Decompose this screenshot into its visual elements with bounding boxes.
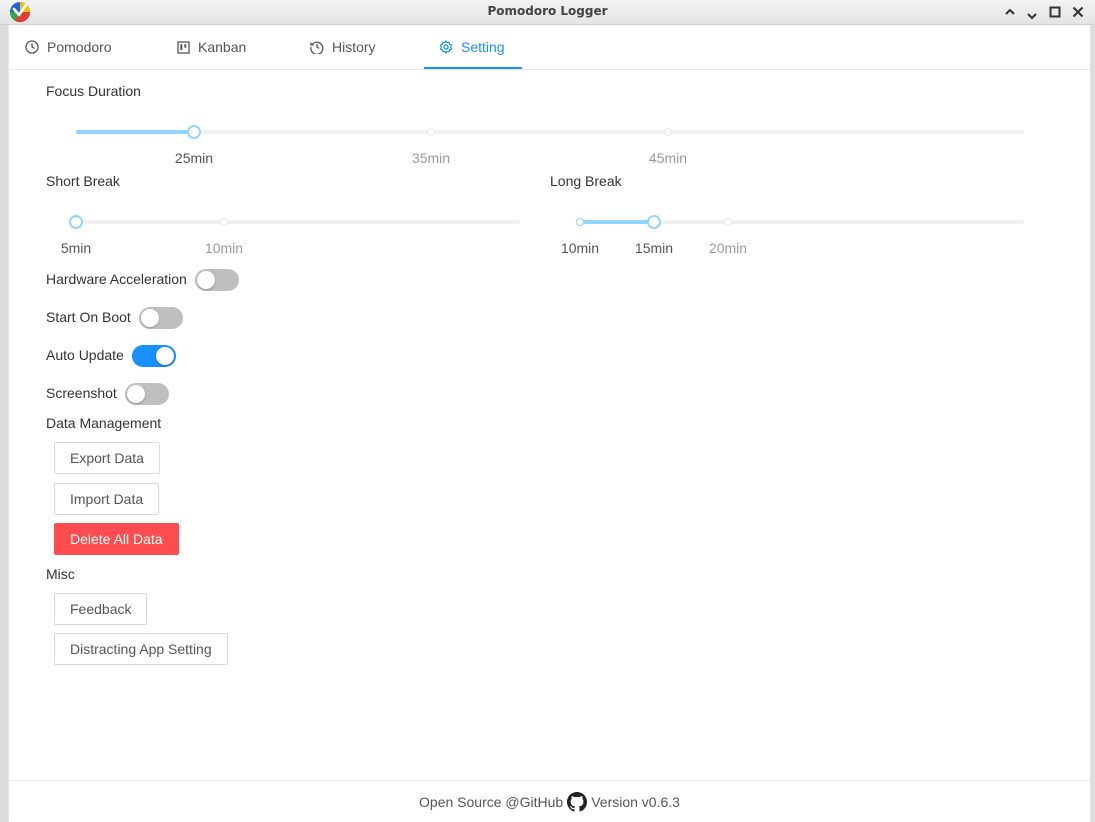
maximize-icon	[1049, 6, 1061, 18]
version-label: Version v0.6.3	[591, 793, 680, 810]
slider-rail	[76, 220, 520, 224]
focus-duration-label: Focus Duration	[46, 83, 141, 99]
kanban-icon	[177, 40, 190, 54]
auto-update-label: Auto Update	[46, 347, 124, 363]
tab-pomodoro-label: Pomodoro	[47, 39, 112, 55]
slider-handle[interactable]	[69, 215, 83, 229]
long-break-slider[interactable]: 10min 15min 20min	[561, 212, 1024, 256]
app-window: Pomodoro Kanban History Setting Focus Du…	[8, 25, 1091, 822]
import-data-button[interactable]: Import Data	[54, 483, 160, 515]
slider-handle[interactable]	[647, 215, 661, 229]
data-management-heading: Data Management	[46, 415, 162, 431]
history-icon	[310, 41, 324, 54]
slider-dot	[724, 218, 732, 226]
slider-rail	[76, 130, 1024, 134]
open-source-link[interactable]: Open Source @GitHub	[419, 794, 563, 810]
slider-mark: 10min	[204, 240, 244, 256]
clock-icon	[25, 40, 39, 54]
short-break-label: Short Break	[46, 173, 120, 189]
slider-track	[580, 220, 654, 224]
maximize-button[interactable]	[1045, 2, 1065, 22]
tab-history[interactable]: History	[310, 25, 376, 69]
title-bar: Pomodoro Logger	[0, 0, 1095, 25]
long-break-label: Long Break	[550, 173, 622, 189]
minimize-button[interactable]	[1022, 2, 1042, 22]
delete-all-data-button[interactable]: Delete All Data	[54, 523, 179, 555]
feedback-button[interactable]: Feedback	[54, 593, 148, 625]
footer: Open Source @GitHub Version v0.6.3	[9, 780, 1090, 822]
focus-duration-slider[interactable]: 25min 35min 45min	[76, 122, 1024, 166]
hardware-acceleration-label: Hardware Acceleration	[46, 271, 187, 287]
minimize-icon	[1027, 13, 1037, 20]
slider-mark: 20min	[708, 240, 748, 256]
slider-dot	[664, 128, 672, 136]
start-on-boot-label: Start On Boot	[46, 309, 131, 325]
slider-mark: 25min	[174, 150, 214, 166]
switch-knob	[197, 271, 215, 289]
tab-bar: Pomodoro Kanban History Setting	[9, 25, 1090, 70]
start-on-boot-switch[interactable]	[139, 307, 183, 329]
slider-mark: 10min	[560, 240, 600, 256]
collapse-button[interactable]	[1000, 2, 1020, 22]
switch-knob	[141, 309, 159, 327]
github-icon[interactable]	[567, 791, 588, 812]
tab-history-label: History	[332, 39, 376, 55]
close-icon	[1072, 6, 1084, 18]
slider-dot	[576, 218, 584, 226]
active-tab-indicator	[424, 67, 522, 69]
switch-knob	[156, 347, 174, 365]
slider-handle[interactable]	[187, 125, 201, 139]
gear-icon	[439, 40, 453, 54]
slider-dot	[220, 218, 228, 226]
slider-mark: 45min	[648, 150, 688, 166]
tab-pomodoro[interactable]: Pomodoro	[25, 25, 112, 69]
hardware-acceleration-switch[interactable]	[195, 269, 239, 291]
tab-setting-label: Setting	[461, 39, 505, 55]
misc-heading: Misc	[46, 566, 75, 582]
distracting-app-setting-button[interactable]: Distracting App Setting	[54, 633, 228, 665]
screenshot-switch[interactable]	[125, 383, 169, 405]
export-data-button[interactable]: Export Data	[54, 442, 160, 474]
screenshot-label: Screenshot	[46, 385, 117, 401]
short-break-slider[interactable]: 5min 10min	[61, 212, 520, 256]
tab-kanban-label: Kanban	[198, 39, 247, 55]
slider-mark: 15min	[634, 240, 674, 256]
window-title: Pomodoro Logger	[487, 4, 608, 18]
slider-mark: 5min	[60, 240, 92, 256]
slider-mark: 35min	[411, 150, 451, 166]
chevron-up-icon	[1005, 8, 1015, 15]
tab-setting[interactable]: Setting	[439, 25, 505, 69]
auto-update-switch[interactable]	[132, 345, 176, 367]
tab-kanban[interactable]: Kanban	[177, 25, 246, 69]
slider-dot	[427, 128, 435, 136]
slider-track	[76, 130, 194, 134]
close-button[interactable]	[1068, 2, 1088, 22]
switch-knob	[127, 385, 145, 403]
